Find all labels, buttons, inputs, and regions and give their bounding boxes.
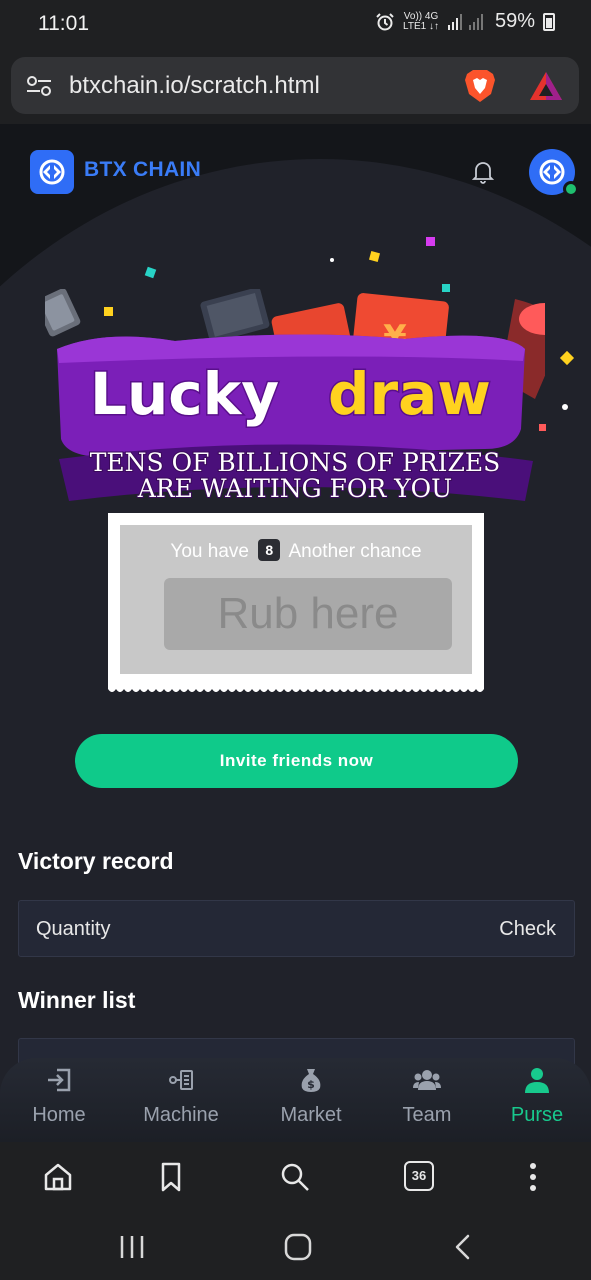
victory-record-row[interactable]: Quantity Check [18,900,575,957]
banner-title-draw: draw [328,360,491,428]
tab-label: Market [280,1104,342,1126]
winner-list-heading: Winner list [18,987,136,1013]
tab-market[interactable]: $ Market [252,1058,370,1142]
home-button-icon[interactable] [283,1232,313,1262]
bookmark-icon[interactable] [154,1160,188,1194]
phone-illustration [45,289,81,337]
check-link[interactable]: Check [499,918,556,941]
more-menu-icon[interactable] [516,1160,550,1194]
web-page: BTX CHAIN ¥ Lucky draw TENS OF BILLIONS … [0,124,591,1142]
login-icon [48,1068,71,1092]
rub-here-overlay[interactable]: Rub here [164,578,452,650]
system-navigation-bar [0,1212,591,1280]
scratch-card-scalloped-edge [108,683,484,692]
tabs-count-button[interactable]: 36 [404,1161,434,1191]
browser-toolbar: 36 [0,1142,591,1212]
brand-logo[interactable] [30,150,74,194]
tab-label: Machine [143,1104,219,1126]
tab-team[interactable]: Team [368,1058,486,1142]
tab-label: Home [32,1104,86,1126]
user-avatar[interactable] [529,149,579,197]
brand-name[interactable]: BTX CHAIN [84,158,201,182]
status-time: 11:01 [38,12,89,35]
site-settings-icon[interactable] [26,75,52,97]
machine-icon [169,1070,193,1090]
alarm-icon [376,12,394,30]
svg-text:$: $ [307,1078,315,1091]
status-bar: 11:01 Vo)) 4G LTE1 ↓↑ 59% [0,0,591,48]
brave-rewards-icon[interactable] [528,70,564,102]
tab-purse[interactable]: Purse [478,1058,591,1142]
network-type: Vo)) 4G LTE1 ↓↑ [403,10,439,32]
user-icon [525,1068,549,1093]
banner-subtitle-line2: ARE WAITING FOR YOU [137,474,452,503]
lucky-draw-banner: ¥ Lucky draw TENS OF BILLIONS OF PRIZES … [45,289,545,504]
scratch-card: You have 8 Another chance Rub here [108,513,484,692]
victory-record-heading: Victory record [18,848,174,874]
confetti [330,258,334,262]
browser-url-area: btxchain.io/scratch.html [0,48,591,124]
home-icon[interactable] [41,1160,75,1194]
chances-text: You have 8 Another chance [170,539,422,562]
signal-icon [447,13,483,30]
invite-friends-button[interactable]: Invite friends now [75,734,518,788]
search-icon[interactable] [278,1160,312,1194]
tab-label: Team [402,1104,452,1126]
battery-percent: 59% [494,10,535,32]
recent-apps-icon[interactable] [117,1232,147,1262]
battery-icon [543,12,555,31]
banner-title-lucky: Lucky [90,360,279,428]
notification-bell-icon[interactable] [472,160,494,184]
app-tab-bar: Home Machine $ Market Team Purse [0,1058,591,1142]
team-icon [413,1070,441,1090]
banner-subtitle-line1: TENS OF BILLIONS OF PRIZES [90,448,501,477]
url-text[interactable]: btxchain.io/scratch.html [69,72,320,100]
brave-shields-icon[interactable] [463,68,497,104]
chances-count-badge: 8 [258,539,281,561]
tablet-illustration [200,289,270,343]
tab-label: Purse [510,1104,564,1126]
confetti [562,404,568,410]
tab-home[interactable]: Home [0,1058,118,1142]
brand-logo-icon [39,159,65,185]
quantity-label: Quantity [36,918,111,940]
confetti [426,237,435,246]
tab-machine[interactable]: Machine [122,1058,240,1142]
scratch-area[interactable]: You have 8 Another chance Rub here [120,525,472,674]
address-bar[interactable]: btxchain.io/scratch.html [11,57,579,114]
back-icon[interactable] [448,1232,478,1262]
money-bag-icon: $ [301,1069,321,1092]
online-status-dot [563,181,579,197]
